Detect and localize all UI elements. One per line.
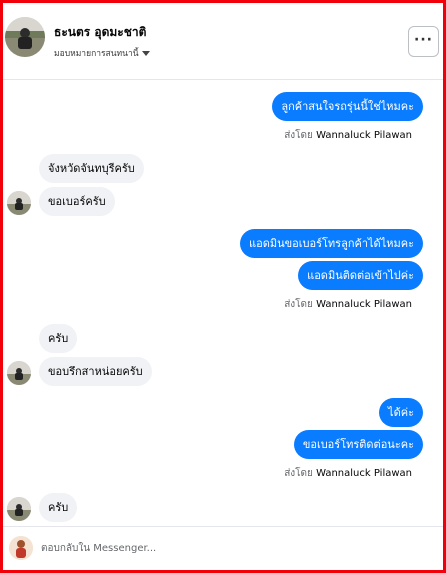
- reply-bar: ตอบกลับใน Messenger...: [3, 526, 443, 570]
- outgoing-message[interactable]: แอดมินติดต่อเข้าไปค่ะ: [298, 261, 423, 290]
- more-options-button[interactable]: ···: [408, 26, 439, 57]
- contact-avatar-small: [7, 361, 31, 385]
- chevron-down-icon: [141, 51, 150, 56]
- more-options-icon: ···: [414, 32, 433, 48]
- page-avatar: [9, 536, 33, 560]
- sent-by-prefix: ส่งโดย: [284, 130, 313, 141]
- assign-conversation-label: มอบหมายการสนทนานี้: [54, 49, 139, 59]
- reply-input[interactable]: ตอบกลับใน Messenger...: [41, 541, 156, 556]
- outgoing-message[interactable]: แอดมินขอเบอร์โทรลูกค้าได้ไหมคะ: [240, 229, 423, 258]
- outgoing-message[interactable]: ลูกค้าสนใจรถรุ่นนี้ใช่ไหมคะ: [272, 92, 423, 121]
- conversation-header: ธะนตร อุดมะชาติ มอบหมายการสนทนานี้ ···: [3, 3, 443, 80]
- incoming-message[interactable]: ขอเบอร์ครับ: [39, 187, 115, 216]
- contact-name[interactable]: ธะนตร อุดมะชาติ: [54, 23, 146, 42]
- contact-avatar[interactable]: [5, 17, 45, 57]
- sent-by-prefix: ส่งโดย: [284, 299, 313, 310]
- incoming-message[interactable]: ขอบรึกสาหน่อยครับ: [39, 357, 152, 386]
- outgoing-message[interactable]: ขอเบอร์โทรติดต่อนะคะ: [293, 430, 423, 459]
- sent-by-label: ส่งโดย Wannaluck Pilawan: [284, 466, 412, 481]
- sent-by-agent: Wannaluck Pilawan: [316, 299, 412, 310]
- sent-by-agent: Wannaluck Pilawan: [316, 468, 412, 479]
- incoming-message[interactable]: ครับ: [39, 324, 78, 353]
- outgoing-message[interactable]: ได้ค่ะ: [379, 398, 423, 427]
- contact-avatar-small: [7, 191, 31, 215]
- incoming-message[interactable]: ครับ: [39, 493, 78, 522]
- assign-conversation-dropdown[interactable]: มอบหมายการสนทนานี้: [54, 46, 150, 60]
- sent-by-label: ส่งโดย Wannaluck Pilawan: [284, 297, 412, 312]
- incoming-message[interactable]: จังหวัดจันทบุรีครับ: [39, 154, 144, 183]
- sent-by-label: ส่งโดย Wannaluck Pilawan: [284, 128, 412, 143]
- message-thread[interactable]: ลูกค้าสนใจรถรุ่นนี้ใช่ไหมคะ ส่งโดย Wanna…: [3, 80, 443, 526]
- sent-by-prefix: ส่งโดย: [284, 468, 313, 479]
- contact-avatar-small: [7, 497, 31, 521]
- sent-by-agent: Wannaluck Pilawan: [316, 130, 412, 141]
